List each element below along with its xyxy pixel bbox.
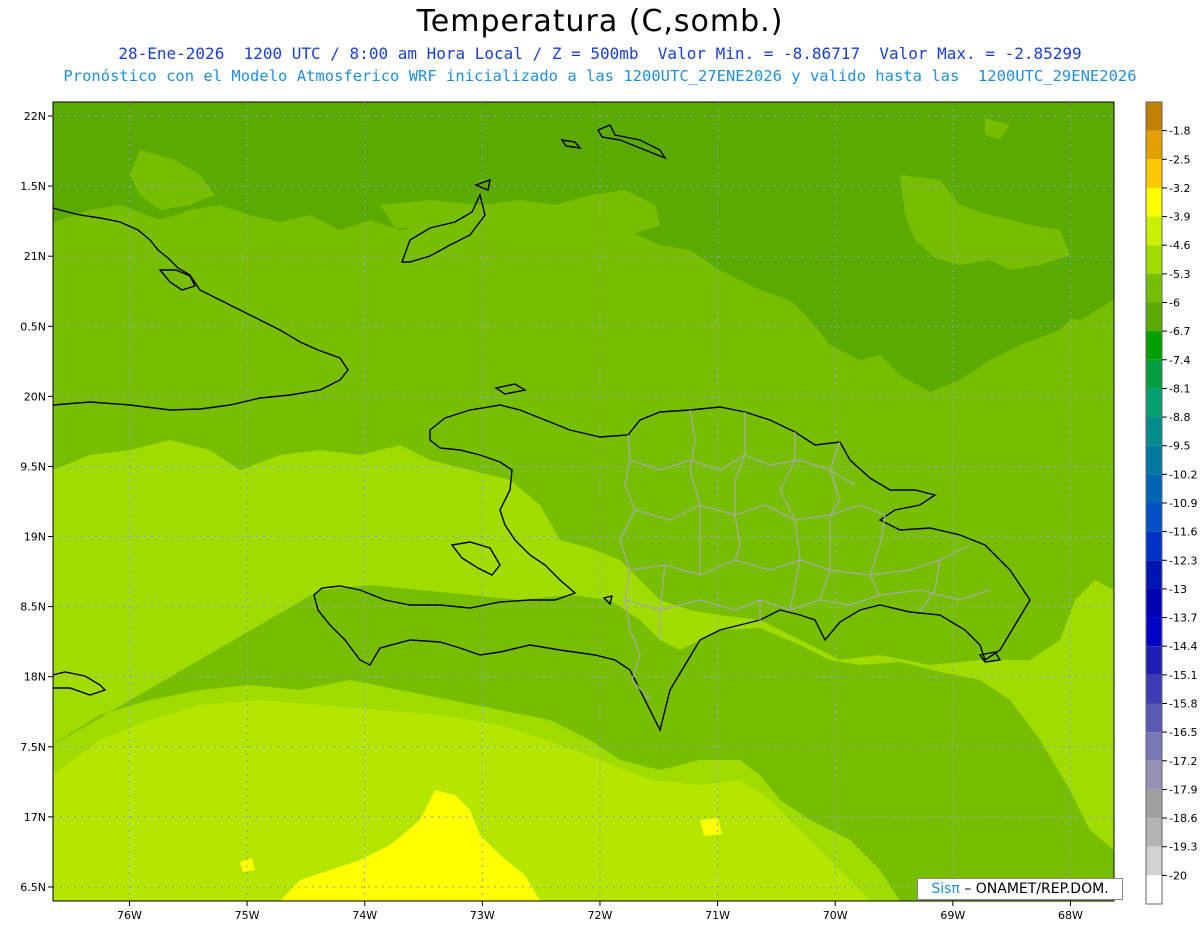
subtitle-model-info: Pronóstico con el Modelo Atmosferico WRF…: [63, 67, 1137, 85]
lon-tick-label: 68W: [1058, 909, 1083, 922]
colorbar-swatch: [1146, 875, 1162, 904]
west-coast-1: [53, 641, 54, 642]
colorbar-label: -10.2: [1169, 468, 1197, 481]
colorbar-swatch: [1146, 130, 1162, 160]
lat-tick-label: 22N: [24, 110, 46, 123]
colorbar-swatch: [1146, 216, 1162, 246]
colorbar-swatch: [1146, 531, 1162, 561]
colorbar-swatch: [1146, 732, 1162, 761]
colorbar-swatch: [1146, 674, 1162, 704]
sispi-logo: Sisπ: [931, 881, 960, 897]
colorbar-label: -13: [1169, 583, 1187, 596]
colorbar-label: -17.9: [1169, 783, 1197, 796]
colorbar: -1.8 -2.5 -3.2 -3.9 -4.6 -5.3 -6 -6.7 -7.4 -8.1 -8…: [1145, 101, 1197, 905]
colorbar-swatch: [1146, 388, 1162, 418]
colorbar-label: -17.2: [1169, 755, 1197, 768]
lat-tick-label: 9.5N: [20, 460, 46, 473]
lat-tick-label: 21N: [24, 250, 46, 263]
colorbar-swatch: [1146, 789, 1162, 819]
lon-tick-label: 73W: [470, 909, 495, 922]
lon-tick-label: 71W: [705, 909, 730, 922]
colorbar-swatch: [1146, 588, 1162, 618]
colorbar-swatch: [1146, 245, 1162, 274]
lat-tick-label: 19N: [24, 531, 46, 544]
colorbar-swatch: [1146, 302, 1162, 332]
longitude-axis: 76W 75W 74W 73W 72W 71W 70W 69W 68W: [117, 901, 1083, 922]
colorbar-label: -11.6: [1169, 526, 1197, 539]
lat-tick-label: 0.5N: [20, 320, 46, 333]
colorbar-label: -5.3: [1169, 268, 1190, 281]
colorbar-label: -3.2: [1169, 182, 1190, 195]
colorbar-label: -8.1: [1169, 382, 1190, 395]
colorbar-label: -3.9: [1169, 211, 1190, 224]
lat-tick-label: 17N: [24, 811, 46, 824]
lat-tick-label: 8.5N: [20, 601, 46, 614]
colorbar-label: -18.6: [1169, 812, 1197, 825]
colorbar-label: -9.5: [1169, 440, 1190, 453]
colorbar-label: -16.5: [1169, 726, 1197, 739]
lat-tick-label: 20N: [24, 390, 46, 403]
colorbar-label: -15.1: [1169, 669, 1197, 682]
lon-tick-label: 74W: [352, 909, 377, 922]
lat-tick-label: 18N: [24, 671, 46, 684]
colorbar-swatch: [1146, 503, 1162, 532]
colorbar-swatch: [1146, 187, 1162, 217]
lon-tick-label: 70W: [823, 909, 848, 922]
colorbar-label: -20: [1169, 869, 1187, 882]
colorbar-label: -19.3: [1169, 841, 1197, 854]
credit-box: Sisπ – ONAMET/REP.DOM.: [917, 878, 1123, 900]
colorbar-label: -15.8: [1169, 698, 1197, 711]
colorbar-swatch: [1146, 359, 1162, 389]
lat-tick-label: 1.5N: [20, 180, 46, 193]
latitude-axis: 22N 1.5N 21N 0.5N 20N 9.5N 19N 8.5N 18N 7.5N 17N 6.…: [20, 110, 53, 894]
lat-tick-label: 7.5N: [20, 741, 46, 754]
colorbar-swatch: [1146, 417, 1162, 446]
temperature-field: [53, 102, 1114, 901]
lon-tick-label: 75W: [235, 909, 260, 922]
temperature-map: 22N 1.5N 21N 0.5N 20N 9.5N 19N 8.5N 18N 7.5N 17N 6.…: [20, 101, 1197, 922]
colorbar-label: -12.3: [1169, 554, 1197, 567]
colorbar-swatch: [1146, 646, 1162, 675]
lon-tick-label: 76W: [117, 909, 142, 922]
colorbar-label: -8.8: [1169, 411, 1190, 424]
colorbar-swatch: [1146, 760, 1162, 790]
colorbar-swatch: [1146, 818, 1162, 847]
lon-tick-label: 72W: [588, 909, 613, 922]
colorbar-swatch: [1146, 560, 1162, 589]
colorbar-swatch: [1146, 703, 1162, 733]
colorbar-label: -1.8: [1169, 125, 1190, 138]
colorbar-label: -6: [1169, 297, 1180, 310]
lat-tick-label: 6.5N: [20, 881, 46, 894]
colorbar-swatch: [1146, 474, 1162, 503]
colorbar-swatch: [1146, 331, 1162, 360]
colorbar-label: -7.4: [1169, 354, 1190, 367]
colorbar-swatch: [1146, 102, 1162, 131]
colorbar-swatch: [1146, 445, 1162, 475]
lon-tick-label: 69W: [940, 909, 965, 922]
subtitle-valid-info: 28-Ene-2026 1200 UTC / 8:00 am Hora Loca…: [118, 44, 1082, 63]
colorbar-swatch: [1146, 617, 1162, 647]
colorbar-label: -13.7: [1169, 612, 1197, 625]
colorbar-swatch: [1146, 159, 1162, 188]
map-title: Temperatura (C,somb.): [416, 4, 784, 39]
colorbar-label: -2.5: [1169, 153, 1190, 166]
credit-text: – ONAMET/REP.DOM.: [964, 881, 1109, 897]
colorbar-label: -6.7: [1169, 325, 1190, 338]
colorbar-swatch: [1146, 273, 1162, 303]
colorbar-label: -10.9: [1169, 497, 1197, 510]
colorbar-label: -4.6: [1169, 239, 1190, 252]
colorbar-label: -14.4: [1169, 640, 1197, 653]
colorbar-swatch: [1146, 846, 1162, 876]
